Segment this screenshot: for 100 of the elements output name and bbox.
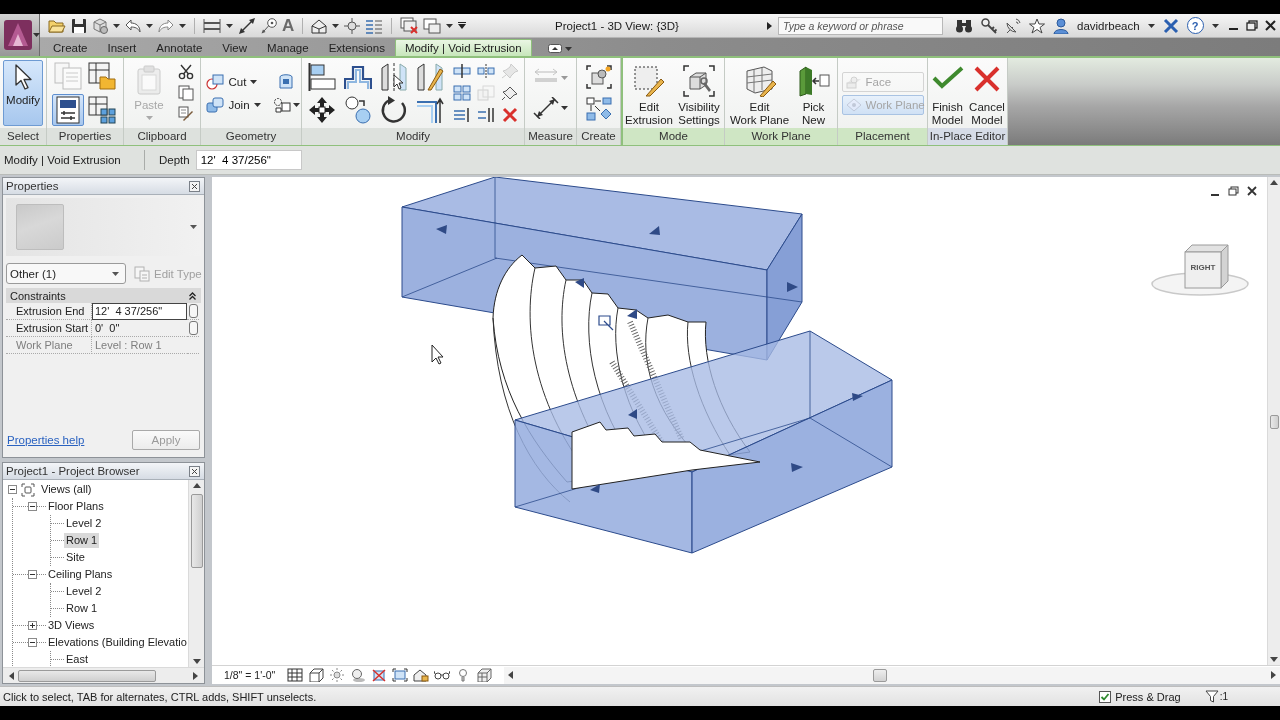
- property-value-field[interactable]: 0' 0": [92, 320, 187, 337]
- ribbon-button[interactable]: Visibility Settings: [675, 61, 723, 125]
- frame-corners-icon[interactable]: [392, 668, 409, 682]
- bracketed-shapes-icon[interactable]: [585, 65, 612, 89]
- group-header[interactable]: Constraints: [6, 288, 201, 303]
- tree-item[interactable]: 3D Views: [46, 618, 97, 633]
- brush-icon[interactable]: [178, 106, 194, 122]
- cross-mark-icon[interactable]: [1162, 17, 1179, 34]
- scroll-right-arrow-icon[interactable]: [1271, 671, 1276, 679]
- app-menu-button[interactable]: [0, 14, 40, 56]
- scrollbar-thumb[interactable]: [873, 668, 888, 682]
- shape-handle-icon[interactable]: [649, 226, 660, 235]
- caret-icon[interactable]: [250, 79, 258, 84]
- parameter-button-icon[interactable]: [188, 304, 198, 318]
- cube-outline-icon[interactable]: [308, 668, 325, 682]
- tree-item[interactable]: Level 2: [64, 584, 104, 599]
- mirror-pencil-icon[interactable]: [416, 62, 444, 91]
- satellite-dish-icon[interactable]: [1005, 17, 1021, 34]
- ribbon-tab[interactable]: Create: [43, 39, 98, 56]
- tree-item[interactable]: Level 2: [64, 516, 104, 531]
- caret-icon[interactable]: [33, 33, 40, 37]
- dropdown-caret-icon[interactable]: [458, 22, 467, 29]
- crosshair-circle-icon[interactable]: [344, 17, 361, 34]
- type-selector[interactable]: Other (1): [6, 263, 126, 284]
- minus-box-icon[interactable]: [28, 570, 37, 579]
- binoculars-icon[interactable]: [955, 17, 973, 34]
- minus-box-icon[interactable]: [28, 502, 37, 511]
- shadow-sphere-icon[interactable]: [350, 668, 367, 682]
- open-folder-icon[interactable]: [48, 17, 66, 34]
- user-name[interactable]: davidrbeach: [1077, 19, 1140, 32]
- ribbon-button[interactable]: Cancel Model: [967, 61, 1007, 125]
- tree-item[interactable]: Row 1: [64, 601, 100, 616]
- property-value-field[interactable]: 12' 4 37/256": [92, 303, 187, 320]
- shape-handle-icon[interactable]: [436, 225, 447, 234]
- dashed-shapes-icon[interactable]: [272, 97, 291, 113]
- ribbon-button[interactable]: Edit Work Plane: [727, 61, 792, 125]
- list-lines-icon[interactable]: [365, 17, 384, 34]
- caret-icon[interactable]: [179, 23, 186, 28]
- caret-icon[interactable]: [332, 23, 340, 28]
- cube-sync-icon[interactable]: [92, 17, 108, 34]
- tree-item[interactable]: Floor Plans: [46, 499, 106, 514]
- shape-handle-icon[interactable]: [787, 282, 798, 292]
- text-tool-button[interactable]: A: [282, 16, 295, 35]
- restore-icon[interactable]: [1228, 186, 1239, 196]
- scroll-left-arrow-icon[interactable]: [508, 671, 514, 679]
- tree-item[interactable]: Views (all): [39, 482, 94, 497]
- circle-square-icon[interactable]: [206, 73, 225, 90]
- stacked-windows-icon[interactable]: [423, 17, 442, 34]
- ribbon-small-button[interactable]: Join: [202, 94, 265, 115]
- checkbox-label[interactable]: Press & Drag: [1115, 690, 1181, 703]
- parameter-button-icon[interactable]: [188, 321, 198, 335]
- scrollbar-thumb[interactable]: [1269, 415, 1279, 429]
- filter-funnel-icon[interactable]: [1204, 690, 1219, 703]
- leader-circle-icon[interactable]: [261, 17, 277, 34]
- stepped-profile[interactable]: [571, 421, 761, 490]
- scroll-down-arrow-icon[interactable]: [192, 659, 201, 664]
- tree-item[interactable]: Elevations (Building Elevatio: [46, 635, 188, 650]
- search-field[interactable]: Type a keyword or phrase: [778, 16, 943, 35]
- four-way-arrow-icon[interactable]: [308, 95, 336, 124]
- caret-icon[interactable]: [1147, 23, 1155, 28]
- lines-to-edge-icon[interactable]: [453, 107, 471, 123]
- ribbon-tab[interactable]: Extensions: [318, 39, 395, 56]
- caret-icon[interactable]: [190, 225, 197, 229]
- redo-arrow-icon[interactable]: [158, 17, 174, 34]
- x-mark-icon[interactable]: [501, 107, 519, 123]
- ribbon-button[interactable]: Edit Extrusion: [624, 61, 674, 125]
- filter-count[interactable]: :1: [1219, 691, 1228, 702]
- shape-handle-icon[interactable]: [628, 409, 637, 419]
- mesh-cube-icon[interactable]: [476, 668, 493, 682]
- close-icon[interactable]: [1247, 186, 1257, 196]
- caret-icon[interactable]: [561, 106, 568, 110]
- ribbon-button[interactable]: Modify: [3, 60, 43, 126]
- dashed-frame-icon[interactable]: [21, 482, 35, 497]
- minus-box-icon[interactable]: [8, 485, 17, 494]
- tree-item[interactable]: Site: [64, 550, 87, 565]
- caret-icon[interactable]: [253, 102, 261, 107]
- tree-item[interactable]: Ceiling Plans: [46, 567, 115, 582]
- diagonal-measure-icon[interactable]: [238, 17, 256, 34]
- panel-toggle-icon[interactable]: [547, 44, 562, 53]
- expand-arrow-icon[interactable]: [767, 21, 772, 30]
- mirror-cursor-icon[interactable]: [380, 62, 408, 91]
- crossed-frame-icon[interactable]: [371, 668, 388, 682]
- copy-sheets-icon[interactable]: [178, 85, 194, 101]
- shape-handle-icon[interactable]: [852, 393, 863, 401]
- house-lock-icon[interactable]: [413, 668, 430, 682]
- double-chevron-icon[interactable]: [189, 291, 196, 300]
- split-bar-icon[interactable]: [453, 63, 471, 79]
- caret-icon[interactable]: [146, 23, 153, 28]
- ribbon-tab[interactable]: Annotate: [146, 39, 213, 56]
- help-link[interactable]: Properties help: [7, 434, 85, 446]
- grid-pencil-icon[interactable]: [743, 65, 776, 97]
- key-icon[interactable]: [981, 17, 997, 34]
- arrow-cursor-icon[interactable]: [13, 64, 33, 90]
- windows-x-icon[interactable]: [400, 17, 419, 34]
- caret-icon[interactable]: [292, 103, 300, 107]
- overlapping-squares-icon[interactable]: [206, 96, 225, 113]
- user-icon[interactable]: [1053, 17, 1069, 34]
- plus-box-icon[interactable]: [28, 621, 37, 630]
- caret-icon[interactable]: [1211, 23, 1219, 28]
- star-icon[interactable]: [1029, 17, 1045, 34]
